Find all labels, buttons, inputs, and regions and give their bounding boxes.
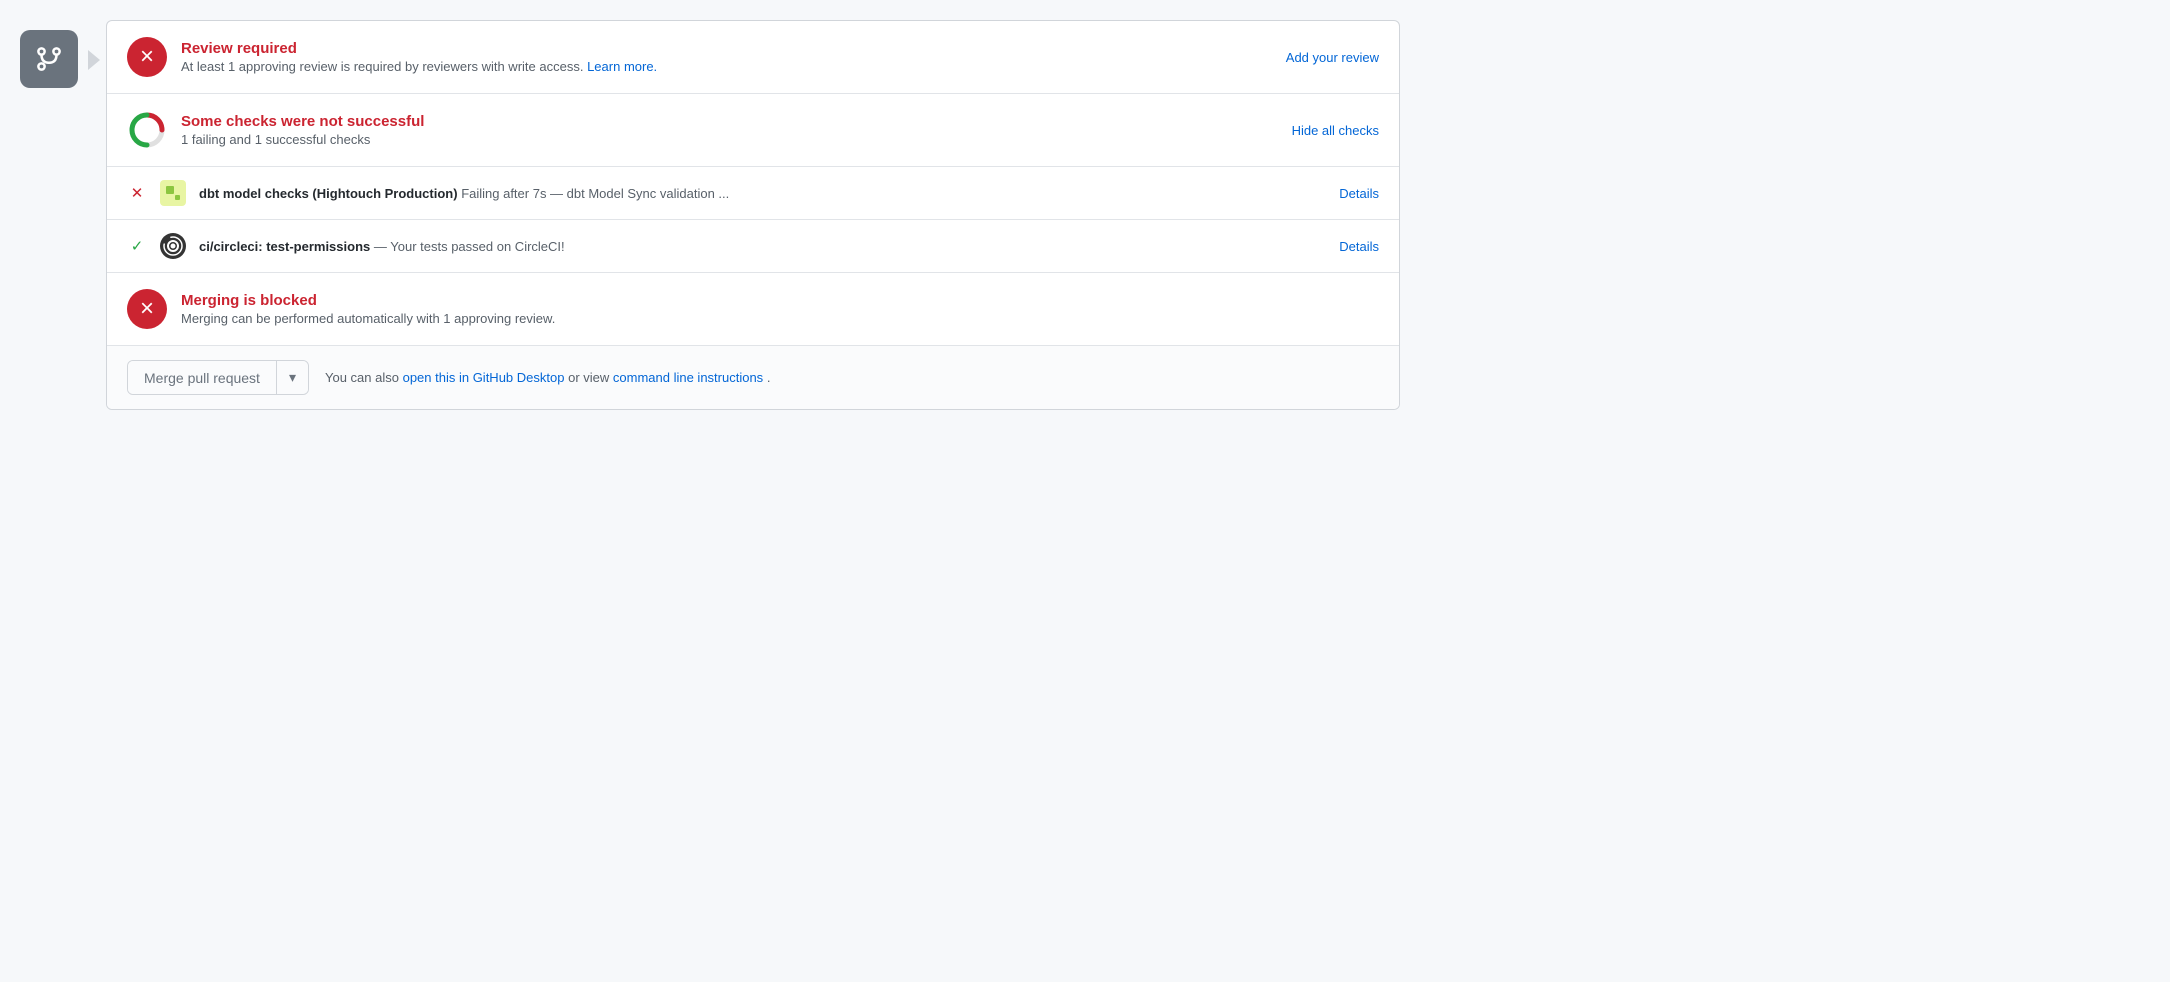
check-row-dbt: ✕ dbt model checks (Hightouch Production… [107, 167, 1399, 220]
checks-title: Some checks were not successful [181, 113, 1278, 130]
merge-info-text: You can also open this in GitHub Desktop… [325, 370, 770, 385]
circleci-check-text: ci/circleci: test-permissions — Your tes… [199, 239, 1327, 254]
github-desktop-link[interactable]: open this in GitHub Desktop [403, 370, 565, 385]
review-required-content: Review required At least 1 approving rev… [181, 40, 1272, 74]
review-required-subtitle: At least 1 approving review is required … [181, 59, 1272, 74]
cli-instructions-link[interactable]: command line instructions [613, 370, 763, 385]
section-arrow [88, 20, 106, 70]
section-review-required: Review required At least 1 approving rev… [107, 21, 1399, 94]
dbt-check-text: dbt model checks (Hightouch Production) … [199, 186, 1327, 201]
circleci-check-desc: — Your tests passed on CircleCI! [374, 239, 565, 254]
merge-info-prefix: You can also [325, 370, 399, 385]
merging-blocked-icon [127, 289, 167, 329]
hightouch-icon-wrapper [159, 179, 187, 207]
dbt-details-link[interactable]: Details [1339, 186, 1379, 201]
section-merge: Merge pull request You can also open thi… [107, 346, 1399, 409]
review-required-title: Review required [181, 40, 1272, 57]
merge-dropdown-button[interactable] [277, 361, 308, 394]
check-row-circleci: ✓ ci/circleci: test-permissions — Your t… [107, 220, 1399, 273]
circleci-check-status: ✓ [127, 237, 147, 255]
circleci-app-icon [159, 232, 187, 260]
dbt-check-status: ✕ [127, 184, 147, 202]
review-required-icon [127, 37, 167, 77]
merging-blocked-subtitle: Merging can be performed automatically w… [181, 311, 1379, 326]
main-card: Review required At least 1 approving rev… [106, 20, 1400, 410]
merging-blocked-title: Merging is blocked [181, 292, 1379, 309]
merge-button-group: Merge pull request [127, 360, 309, 395]
section-checks: Some checks were not successful 1 failin… [107, 94, 1399, 167]
circleci-icon-wrapper [159, 232, 187, 260]
dbt-check-desc: Failing after 7s — dbt Model Sync valida… [461, 186, 729, 201]
hide-all-checks-link[interactable]: Hide all checks [1292, 123, 1379, 138]
hightouch-app-icon [160, 180, 186, 206]
merge-pull-request-button[interactable]: Merge pull request [128, 361, 277, 394]
merge-info-middle: or view [568, 370, 613, 385]
git-icon-box [20, 30, 78, 88]
checks-subtitle: 1 failing and 1 successful checks [181, 132, 1278, 147]
add-review-link[interactable]: Add your review [1286, 50, 1379, 65]
merging-blocked-content: Merging is blocked Merging can be perfor… [181, 292, 1379, 326]
learn-more-link[interactable]: Learn more. [587, 59, 657, 74]
merge-info-suffix: . [767, 370, 771, 385]
dbt-check-name: dbt model checks (Hightouch Production) [199, 186, 458, 201]
page-wrapper: Review required At least 1 approving rev… [20, 20, 1400, 410]
git-merge-icon [34, 44, 64, 74]
checks-content: Some checks were not successful 1 failin… [181, 113, 1278, 147]
checks-mixed-icon [127, 110, 167, 150]
section-merging-blocked: Merging is blocked Merging can be perfor… [107, 273, 1399, 346]
circleci-details-link[interactable]: Details [1339, 239, 1379, 254]
circleci-check-name: ci/circleci: test-permissions [199, 239, 370, 254]
